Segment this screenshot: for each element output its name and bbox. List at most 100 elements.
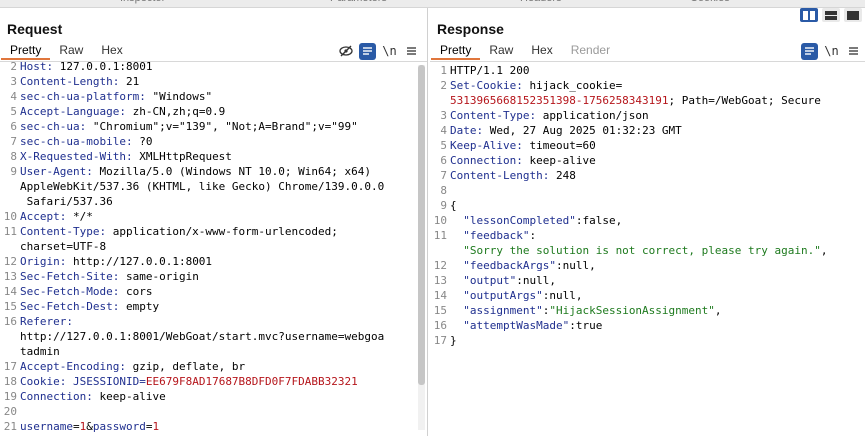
code-line: 6 Connection: keep-alive bbox=[430, 153, 865, 168]
line-content: AppleWebKit/537.36 (KHTML, like Gecko) C… bbox=[20, 179, 427, 194]
code-line: 16 "attemptWasMade":true bbox=[430, 318, 865, 333]
request-newline-button[interactable]: \n bbox=[381, 43, 398, 60]
line-number: 10 bbox=[3, 210, 17, 223]
trailing-text: ; Path=/WebGoat; Secure bbox=[668, 94, 821, 107]
header-value: charset=UTF-8 bbox=[20, 240, 107, 253]
response-editor[interactable]: 1 HTTP/1.1 200 2 Set-Cookie: hijack_cookie=… bbox=[430, 63, 865, 436]
line-number: 8 bbox=[440, 184, 447, 197]
header-value: ?0 bbox=[132, 135, 153, 148]
json-string-value: "Sorry the solution is not correct, plea… bbox=[450, 244, 821, 257]
param-value-password: 1 bbox=[152, 420, 160, 433]
header-name: Origin: bbox=[20, 255, 67, 268]
code-line: 12 "feedbackArgs":null, bbox=[430, 258, 865, 273]
line-content: Content-Type: application/json bbox=[450, 108, 865, 123]
line-content: "lessonCompleted":false, bbox=[450, 213, 865, 228]
code-line: 17} bbox=[430, 333, 865, 348]
request-tab-pretty[interactable]: Pretty bbox=[1, 42, 51, 60]
code-line: 20 bbox=[0, 404, 427, 419]
request-editor[interactable]: 2 Host: 127.0.0.1:8001 3 Content-Length: 21… bbox=[0, 59, 427, 436]
top-strip-label: Parameters bbox=[330, 0, 387, 4]
header-name: Connection: bbox=[450, 154, 523, 167]
code-line: 15 "assignment":"HijackSessionAssignment… bbox=[430, 303, 865, 318]
header-value: cors bbox=[119, 285, 153, 298]
header-name: Sec-Fetch-Site: bbox=[20, 270, 120, 283]
response-menu-button[interactable] bbox=[845, 43, 862, 60]
line-number: 20 bbox=[3, 405, 17, 418]
header-value: XMLHttpRequest bbox=[132, 150, 232, 163]
code-line: charset=UTF-8 bbox=[0, 239, 427, 254]
line-content: "assignment":"HijackSessionAssignment", bbox=[450, 303, 865, 318]
response-tab-hex[interactable]: Hex bbox=[522, 42, 561, 60]
header-name: Referer: bbox=[20, 315, 73, 328]
line-content: "feedbackArgs":null, bbox=[450, 258, 865, 273]
top-strip: Inspector Parameters Headers Cookies bbox=[0, 0, 865, 8]
line-number: 19 bbox=[3, 390, 17, 403]
json-string-value: "HijackSessionAssignment" bbox=[549, 304, 715, 317]
line-number bbox=[430, 243, 450, 258]
line-number bbox=[0, 329, 20, 344]
header-value: keep-alive bbox=[522, 154, 596, 167]
header-name: Content-Type: bbox=[20, 225, 107, 238]
code-line: tadmin bbox=[0, 344, 427, 359]
request-tab-hex[interactable]: Hex bbox=[92, 42, 131, 60]
code-line: Safari/537.36 bbox=[0, 194, 427, 209]
header-value: { bbox=[450, 199, 457, 212]
header-name: "feedbackArgs" bbox=[450, 259, 556, 272]
request-scroll-thumb[interactable] bbox=[418, 65, 425, 385]
code-line: 9{ bbox=[430, 198, 865, 213]
response-tab-render[interactable]: Render bbox=[562, 42, 619, 60]
newline-icon: \n bbox=[382, 44, 397, 58]
header-value: Wed, 27 Aug 2025 01:32:23 GMT bbox=[483, 124, 682, 137]
word-wrap-icon bbox=[805, 47, 814, 55]
response-tab-pretty[interactable]: Pretty bbox=[431, 42, 481, 60]
line-content: Set-Cookie: hijack_cookie= bbox=[450, 78, 865, 93]
line-content: Content-Length: 21 bbox=[20, 74, 427, 89]
line-number: 6 bbox=[10, 120, 17, 133]
code-line: 14 Sec-Fetch-Mode: cors bbox=[0, 284, 427, 299]
line-number bbox=[0, 239, 20, 254]
hamburger-menu-icon bbox=[407, 47, 416, 55]
request-tabs: Pretty Raw Hex bbox=[1, 42, 132, 60]
line-content: "output":null, bbox=[450, 273, 865, 288]
line-number: 5 bbox=[10, 105, 17, 118]
line-content: "attemptWasMade":true bbox=[450, 318, 865, 333]
header-name: "output" bbox=[450, 274, 517, 287]
line-content: sec-ch-ua: "Chromium";v="139", "Not;A=Br… bbox=[20, 119, 427, 134]
hide-nonprintable-button[interactable] bbox=[337, 43, 354, 60]
code-line: 5313965668152351398-1756258343191; Path=… bbox=[430, 93, 865, 108]
request-tab-raw[interactable]: Raw bbox=[50, 42, 92, 60]
header-value: zh-CN,zh;q=0.9 bbox=[125, 105, 226, 118]
response-word-wrap-button[interactable] bbox=[801, 42, 818, 60]
line-number: 12 bbox=[3, 255, 17, 268]
header-name: Accept-Encoding: bbox=[20, 360, 126, 373]
code-line: 7 Content-Length: 248 bbox=[430, 168, 865, 183]
param-equals: = bbox=[72, 420, 80, 433]
header-value: :true bbox=[569, 319, 603, 332]
request-word-wrap-button[interactable] bbox=[359, 42, 376, 60]
response-toolbar: \n bbox=[801, 41, 862, 61]
request-menu-button[interactable] bbox=[403, 43, 420, 60]
code-line: 3 Content-Type: application/json bbox=[430, 108, 865, 123]
line-number: 14 bbox=[433, 289, 447, 302]
line-number bbox=[0, 194, 20, 209]
code-line: http://127.0.0.1:8001/WebGoat/start.mvc?… bbox=[0, 329, 427, 344]
response-tab-raw[interactable]: Raw bbox=[480, 42, 522, 60]
cookie-value: 5313965668152351398-1756258343191 bbox=[450, 94, 669, 107]
line-number bbox=[430, 93, 450, 108]
line-content: "Sorry the solution is not correct, plea… bbox=[450, 243, 865, 258]
hamburger-menu-icon bbox=[849, 47, 858, 55]
line-content: charset=UTF-8 bbox=[20, 239, 427, 254]
response-newline-button[interactable]: \n bbox=[823, 43, 840, 60]
trailing-text: , bbox=[820, 244, 828, 257]
code-line: 4 sec-ch-ua-platform: "Windows" bbox=[0, 89, 427, 104]
line-content: Host: 127.0.0.1:8001 bbox=[20, 59, 427, 74]
line-content: Date: Wed, 27 Aug 2025 01:32:23 GMT bbox=[450, 123, 865, 138]
code-line: 10 Accept: */* bbox=[0, 209, 427, 224]
line-content: "feedback": bbox=[450, 228, 865, 243]
request-scrollbar[interactable] bbox=[418, 65, 425, 430]
header-value: application/x-www-form-urlencoded; bbox=[106, 225, 338, 238]
code-line: 13 "output":null, bbox=[430, 273, 865, 288]
param-name-password: password bbox=[92, 420, 146, 433]
header-name: Sec-Fetch-Dest: bbox=[20, 300, 120, 313]
header-name: Content-Type: bbox=[450, 109, 537, 122]
